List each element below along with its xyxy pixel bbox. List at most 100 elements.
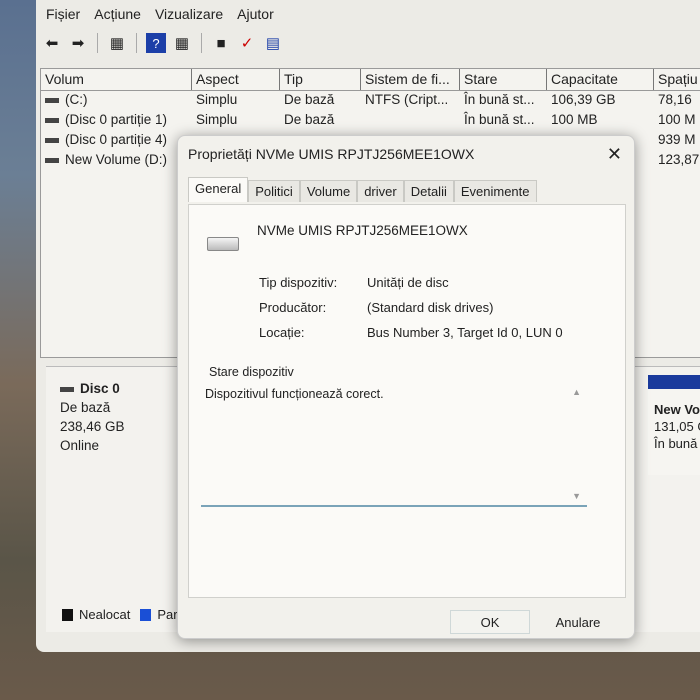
device-type-value: Unități de disc [367, 275, 449, 290]
ok-button[interactable]: OK [450, 610, 530, 634]
cell-text: De bază [284, 92, 335, 107]
volume-size: 131,05 G [654, 419, 700, 434]
cell-text: (Disc 0 partiție 1) [65, 112, 168, 127]
general-panel: NVMe UMIS RPJTJ256MEE1OWX Tip dispozitiv… [188, 204, 626, 598]
table-cell: 106,39 GB [547, 91, 654, 111]
properties-icon[interactable]: ▤ [263, 33, 283, 53]
col-capacity[interactable]: Capacitate [547, 69, 654, 90]
device-status-label: Stare dispozitiv [209, 365, 294, 379]
scroll-up-icon[interactable]: ▲ [572, 387, 581, 397]
cell-text: Simplu [196, 112, 238, 127]
disk-icon [60, 386, 74, 392]
divider [136, 33, 137, 53]
table-cell: 123,87 [654, 151, 700, 171]
dialog-title: Proprietăți NVMe UMIS RPJTJ256MEE1OWX [188, 146, 475, 162]
volume-icon [45, 117, 59, 123]
table-cell: NTFS (Cript... [361, 91, 460, 111]
table-cell: De bază [280, 111, 361, 131]
disk-size: 238,46 GB [60, 419, 125, 434]
table-cell: New Volume (D:) [41, 151, 192, 171]
table-row[interactable]: (C:) Simplu De bază NTFS (Cript... În bună s… [41, 91, 700, 111]
menu-file[interactable]: Fișier [46, 6, 80, 22]
col-layout[interactable]: Aspect [192, 69, 280, 90]
menu-bar: Fișier Acțiune Vizualizare Ajutor [46, 6, 274, 22]
col-filesystem[interactable]: Sistem de fi... [361, 69, 460, 90]
cell-text: Simplu [196, 92, 238, 107]
device-status-textbox[interactable]: Dispozitivul funcționează corect. ▲ ▼ [201, 381, 587, 507]
tab-general[interactable]: General [188, 177, 249, 202]
cell-text: (C:) [65, 92, 88, 107]
col-type[interactable]: Tip [280, 69, 361, 90]
volume-icon [45, 157, 59, 163]
device-status-text: Dispozitivul funcționează corect. [205, 387, 384, 401]
menu-action[interactable]: Acțiune [94, 6, 141, 22]
cell-text: NTFS (Cript... [365, 92, 449, 107]
volume-icon [45, 97, 59, 103]
unallocated-swatch [62, 608, 73, 621]
table-cell: 939 M [654, 131, 700, 151]
table-header: Volum Aspect Tip Sistem de fi... Stare C… [41, 69, 700, 91]
manufacturer-value: (Standard disk drives) [367, 300, 494, 315]
table-cell: 100 MB [547, 111, 654, 131]
tab-driver[interactable]: driver [357, 180, 404, 202]
tab-details[interactable]: Detalii [403, 180, 454, 202]
disk-0-info[interactable]: Disc 0 De bază 238,46 GB Online [60, 379, 125, 455]
forward-icon[interactable]: ➡ [68, 33, 88, 53]
device-type-label: Tip dispozitiv: [259, 275, 338, 290]
scroll-down-icon[interactable]: ▼ [572, 491, 581, 501]
cell-text: 123,87 [658, 152, 700, 167]
table-cell: 100 M [654, 111, 700, 131]
console-tree-icon[interactable]: ▦ [107, 33, 127, 53]
close-icon[interactable]: ✕ [607, 144, 622, 165]
table-cell: (Disc 0 partiție 1) [41, 111, 192, 131]
table-cell: Simplu [192, 91, 280, 111]
table-cell [361, 111, 460, 131]
primary-swatch [140, 608, 152, 621]
table-cell: 78,16 [654, 91, 700, 111]
legend-unallocated: Nealocat [79, 607, 131, 622]
cell-text: (Disc 0 partiție 4) [65, 132, 168, 147]
cell-text: 78,16 [658, 92, 692, 107]
disk-status: Online [60, 438, 100, 453]
tab-policies[interactable]: Politici [248, 180, 300, 202]
table-cell: (Disc 0 partiție 4) [41, 131, 192, 151]
table-row[interactable]: (Disc 0 partiție 1) Simplu De bază În bună … [41, 111, 700, 131]
cell-text: În bună st... [464, 92, 535, 107]
cell-text: 106,39 GB [551, 92, 616, 107]
tab-events[interactable]: Evenimente [453, 180, 537, 202]
legend: Nealocat Parti [62, 607, 184, 622]
menu-help[interactable]: Ajutor [237, 6, 274, 22]
volume-d-block[interactable]: New Vo 131,05 G În bună [648, 375, 700, 475]
manufacturer-label: Producător: [259, 300, 327, 315]
col-volume[interactable]: Volum [41, 69, 192, 90]
tab-bar: General Politici Volume driver Detalii E… [188, 177, 537, 202]
location-label: Locație: [259, 325, 305, 340]
back-icon[interactable]: ⬅ [42, 33, 62, 53]
location-value: Bus Number 3, Target Id 0, LUN 0 [367, 325, 563, 340]
cell-text: 100 M [658, 112, 696, 127]
device-properties-dialog: Proprietăți NVMe UMIS RPJTJ256MEE1OWX ✕ … [177, 135, 635, 639]
connect-icon[interactable]: ■ [211, 33, 231, 53]
menu-view[interactable]: Vizualizare [155, 6, 223, 22]
cell-text: 100 MB [551, 112, 598, 127]
action-pane-icon[interactable]: ▦ [172, 33, 192, 53]
disk-type: De bază [60, 400, 111, 415]
table-cell: În bună st... [460, 91, 547, 111]
check-icon[interactable]: ✓ [237, 33, 257, 53]
device-name: NVMe UMIS RPJTJ256MEE1OWX [257, 223, 468, 238]
help-icon[interactable]: ? [146, 33, 166, 53]
col-status[interactable]: Stare [460, 69, 547, 90]
disk-name: Disc 0 [80, 381, 120, 396]
divider [201, 33, 202, 53]
cell-text: New Volume (D:) [65, 152, 168, 167]
volume-status: În bună [654, 436, 698, 451]
cancel-button[interactable]: Anulare [538, 610, 618, 634]
tab-volumes[interactable]: Volume [299, 180, 358, 202]
table-cell: În bună st... [460, 111, 547, 131]
disk-drive-icon [207, 237, 239, 251]
table-cell: (C:) [41, 91, 192, 111]
toolbar: ⬅ ➡ ▦ ? ▦ ■ ✓ ▤ [42, 33, 283, 53]
cell-text: De bază [284, 112, 335, 127]
col-free-space[interactable]: Spațiu [654, 69, 700, 90]
table-cell: Simplu [192, 111, 280, 131]
